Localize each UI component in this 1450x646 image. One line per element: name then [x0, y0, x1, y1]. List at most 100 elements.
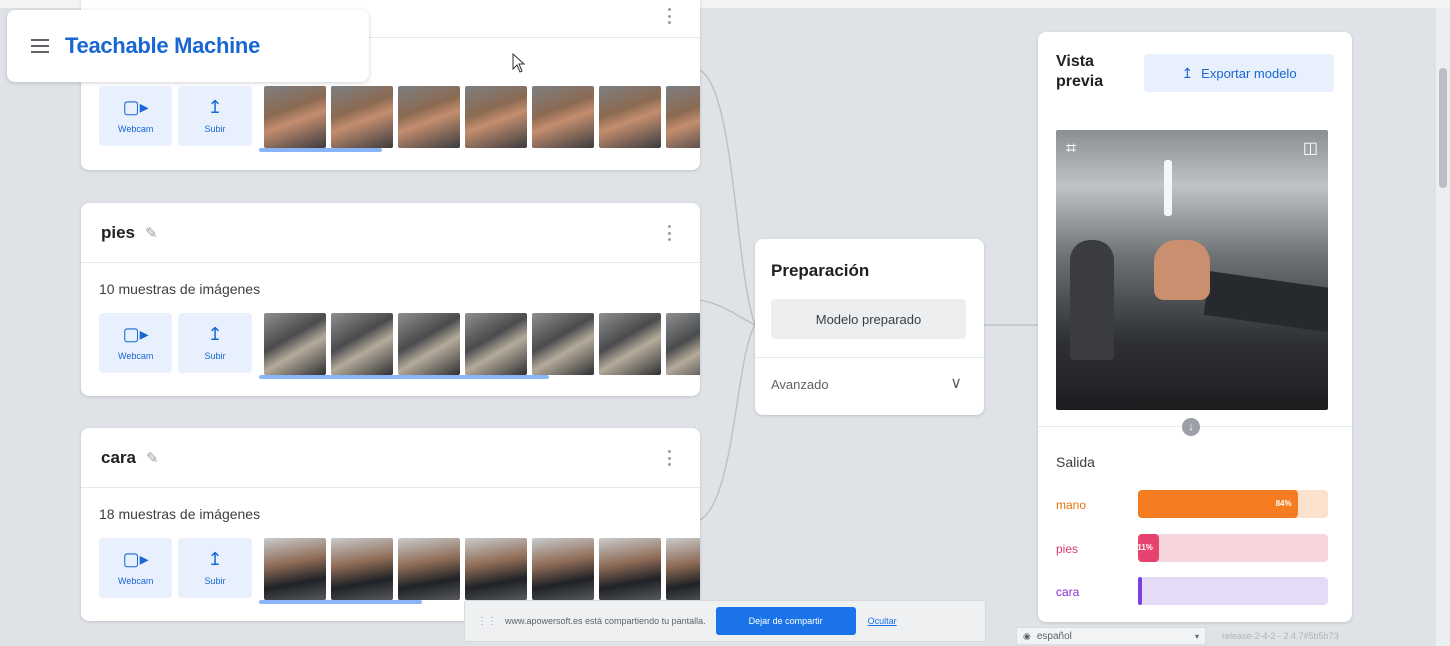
preview-title: Vista previa	[1056, 53, 1104, 90]
arrow-down-icon: ↓	[1182, 418, 1200, 436]
output-label: pies	[1056, 542, 1079, 556]
edit-pencil-icon[interactable]: ✎	[145, 224, 158, 242]
upload-icon: ↥	[207, 97, 223, 117]
chevron-down-icon[interactable]: ∨	[950, 373, 962, 393]
divider	[755, 357, 984, 358]
sample-thumbnail[interactable]	[598, 313, 661, 375]
output-label: mano	[1056, 498, 1087, 512]
webcam-preview: ⌗ ◫	[1056, 130, 1328, 410]
sample-thumbnail[interactable]	[397, 86, 460, 148]
sample-thumbnail[interactable]	[464, 538, 527, 600]
sample-thumbnail[interactable]	[665, 538, 701, 600]
drag-handle-icon[interactable]: ⋮⋮	[477, 616, 497, 627]
export-model-button[interactable]: ↥ Exportar modelo	[1144, 54, 1334, 92]
background-person	[1070, 240, 1114, 360]
upload-label: Subir	[204, 351, 226, 361]
sample-thumbnail[interactable]	[330, 313, 393, 375]
thumbnail-scroll-indicator[interactable]	[259, 148, 382, 152]
sample-thumbnail[interactable]	[598, 86, 661, 148]
confidence-track	[1138, 577, 1328, 605]
training-title: Preparación	[771, 261, 870, 280]
more-options-icon[interactable]	[668, 8, 672, 24]
sample-thumbnail[interactable]	[397, 538, 460, 600]
language-value: español	[1036, 630, 1072, 642]
class-name[interactable]: pies	[101, 223, 135, 243]
dropdown-arrow-icon: ▾	[1194, 631, 1199, 641]
sample-thumbnail[interactable]	[464, 313, 527, 375]
sample-row: ▢▸ Webcam ↥ Subir	[81, 313, 701, 385]
sample-thumbnail[interactable]	[464, 86, 527, 148]
flip-icon[interactable]: ◫	[1303, 138, 1318, 158]
sample-thumbnails	[263, 86, 701, 148]
mouse-cursor-icon	[512, 53, 526, 73]
sample-thumbnail[interactable]	[263, 86, 326, 148]
upload-button[interactable]: ↥ Subir	[178, 313, 252, 373]
more-options-icon[interactable]	[668, 225, 672, 241]
upload-button[interactable]: ↥ Subir	[178, 538, 252, 598]
thumbnail-scroll-indicator[interactable]	[259, 375, 549, 379]
sample-count: 18 muestras de imágenes	[99, 506, 261, 522]
sample-thumbnail[interactable]	[263, 313, 326, 375]
webcam-label: Webcam	[118, 576, 154, 586]
webcam-button[interactable]: ▢▸ Webcam	[99, 86, 173, 146]
train-model-button[interactable]: Modelo preparado	[771, 299, 966, 339]
webcam-label: Webcam	[118, 351, 154, 361]
sample-thumbnail[interactable]	[397, 313, 460, 375]
upload-icon: ↥	[207, 549, 223, 569]
webcam-button[interactable]: ▢▸ Webcam	[99, 538, 173, 598]
sample-thumbnail[interactable]	[665, 86, 701, 148]
globe-icon: ◉	[1023, 630, 1031, 641]
export-label: Exportar modelo	[1201, 65, 1297, 81]
screen-share-bar: ⋮⋮ www.apowersoft.es está compartiendo t…	[464, 600, 986, 642]
sample-thumbnail[interactable]	[263, 538, 326, 600]
footer: ◉ español ▾ release-2-4-2 - 2.4.7#5b5b73	[1016, 626, 1436, 646]
confidence-track: 11%	[1137, 534, 1328, 562]
webcam-icon: ▢▸	[122, 549, 149, 569]
sample-thumbnail[interactable]	[531, 313, 594, 375]
upload-label: Subir	[204, 124, 226, 134]
arm	[1203, 271, 1328, 333]
sample-thumbnail[interactable]	[330, 86, 393, 148]
advanced-toggle[interactable]: Avanzado	[771, 377, 829, 392]
sample-thumbnail[interactable]	[531, 86, 594, 148]
sample-thumbnails	[263, 538, 701, 600]
sample-thumbnail[interactable]	[330, 538, 393, 600]
sample-thumbnail[interactable]	[665, 313, 701, 375]
app-header: Teachable Machine	[7, 10, 369, 82]
scrollbar-thumb[interactable]	[1439, 68, 1447, 188]
page-scrollbar[interactable]	[1436, 8, 1450, 646]
webcam-icon: ▢▸	[122, 324, 149, 344]
thumbnail-scroll-indicator[interactable]	[259, 600, 422, 604]
preview-card: Vista previa ↥ Exportar modelo ⌗ ◫ ↓ Sal…	[1038, 32, 1352, 622]
webcam-button[interactable]: ▢▸ Webcam	[99, 313, 173, 373]
confidence-percent: 11%	[1137, 543, 1153, 552]
class-name[interactable]: cara	[101, 448, 136, 468]
stop-sharing-button[interactable]: Dejar de compartir	[715, 607, 856, 635]
more-options-icon[interactable]	[668, 450, 672, 466]
webcam-icon: ▢▸	[122, 97, 149, 117]
ceiling-light	[1164, 160, 1172, 216]
crop-icon[interactable]: ⌗	[1066, 138, 1076, 159]
confidence-bar: 11%	[1137, 534, 1159, 562]
edit-pencil-icon[interactable]: ✎	[146, 449, 159, 467]
menu-icon[interactable]	[31, 39, 49, 53]
version-text: release-2-4-2 - 2.4.7#5b5b73	[1222, 631, 1339, 641]
language-select[interactable]: ◉ español ▾	[1016, 627, 1206, 645]
output-row-cara: cara	[1056, 577, 1336, 607]
sample-thumbnails	[263, 313, 701, 375]
output-row-mano: mano 84%	[1056, 490, 1336, 520]
app-title[interactable]: Teachable Machine	[65, 33, 260, 59]
hide-link[interactable]: Ocultar	[868, 616, 897, 626]
upload-label: Subir	[204, 576, 226, 586]
output-title: Salida	[1056, 454, 1095, 470]
upload-button[interactable]: ↥ Subir	[178, 86, 252, 146]
sample-thumbnail[interactable]	[531, 538, 594, 600]
training-card: Preparación Modelo preparado Avanzado ∨	[755, 239, 984, 415]
confidence-bar	[1138, 577, 1142, 605]
class-card-pies: pies ✎ 10 muestras de imágenes ▢▸ Webcam…	[81, 203, 701, 396]
sample-thumbnail[interactable]	[598, 538, 661, 600]
sample-count: 10 muestras de imágenes	[99, 281, 261, 297]
confidence-percent: 84%	[1275, 499, 1292, 508]
class-card-header: cara ✎	[81, 428, 700, 488]
upload-icon: ↥	[207, 324, 223, 344]
